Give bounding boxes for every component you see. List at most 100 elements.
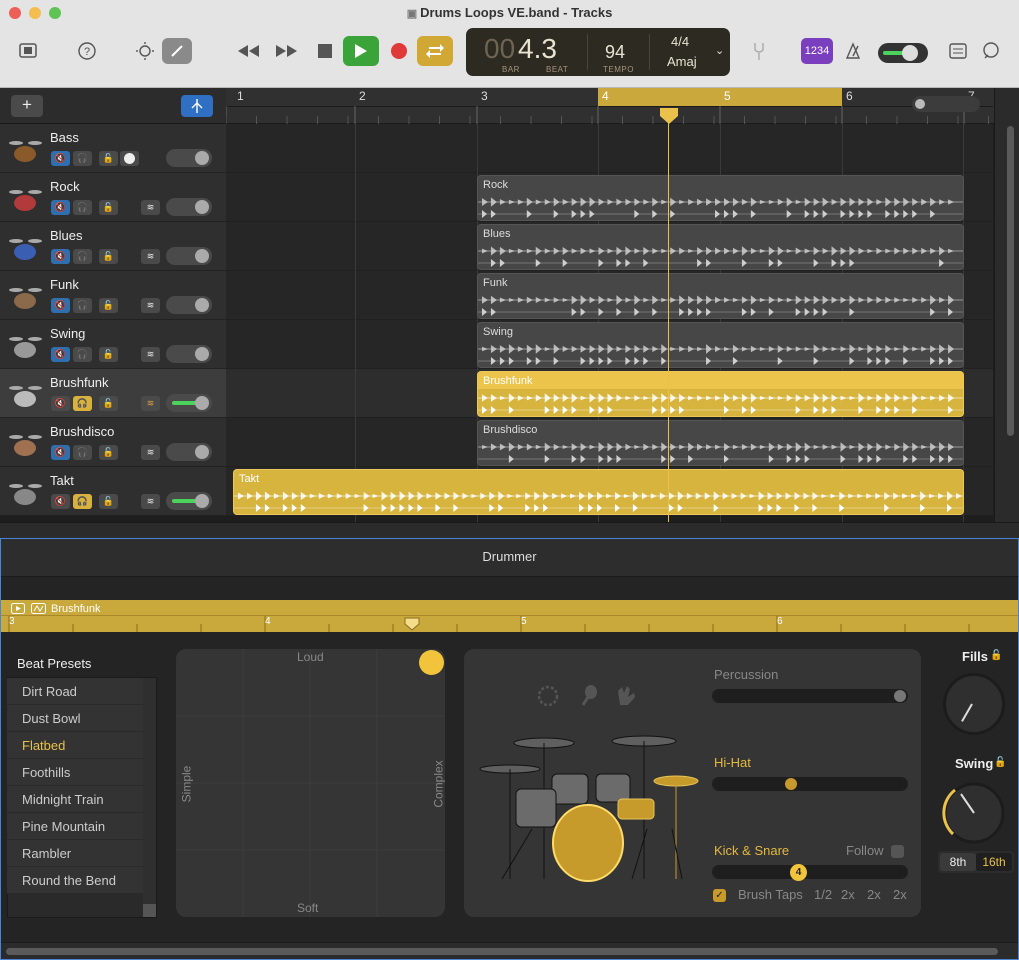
brush-option-2x-b[interactable]: 2x [867,887,881,902]
xy-pad[interactable]: Loud Soft Simple Complex [176,649,446,917]
track-volume-toggle[interactable] [166,345,212,363]
track-volume-toggle[interactable] [166,198,212,216]
play-region-icon[interactable] [11,603,25,614]
swing-knob[interactable] [941,780,1007,846]
headphones-icon[interactable]: 🎧 [73,151,92,166]
presets-scrollbar[interactable] [143,678,156,904]
hihat-slider[interactable] [712,777,908,791]
lock-icon[interactable]: 🔓 [99,494,118,509]
track-header-0[interactable]: Bass 🔇 🎧 🔓 [0,124,226,173]
region-1[interactable]: Blues [477,224,964,270]
track-header-2[interactable]: Blues 🔇 🎧 🔓 ≋ [0,222,226,271]
library-icon[interactable] [14,38,44,64]
fills-lock-icon[interactable]: 🔓 [990,650,1002,661]
preset-item[interactable]: Dust Bowl [7,705,143,732]
horizontal-scrollbar[interactable] [6,948,998,955]
mute-icon[interactable]: 🔇 [51,445,70,460]
headphones-icon[interactable]: 🎧 [73,200,92,215]
record-enable-icon[interactable]: ≋ [141,494,160,509]
stop-icon[interactable] [310,38,340,64]
timeline-ruler[interactable]: 1 2 3 4 5 6 7 [226,88,1019,124]
percussion-slider[interactable] [712,689,908,703]
record-enable-icon[interactable]: ≋ [141,200,160,215]
headphones-icon[interactable]: 🎧 [73,494,92,509]
mute-icon[interactable]: 🔇 [51,396,70,411]
headphones-icon[interactable]: 🎧 [73,249,92,264]
lock-icon[interactable]: 🔓 [99,200,118,215]
lock-icon[interactable]: 🔓 [99,298,118,313]
kick-snare-value[interactable]: 4 [790,864,807,881]
preset-item[interactable]: Rambler [7,840,143,867]
headphones-icon[interactable]: 🎧 [73,396,92,411]
lcd-display[interactable]: 00 4.3 BAR BEAT 94 TEMPO 4/4 Amaj ⌄ [466,28,730,76]
preset-item[interactable]: Midnight Train [7,786,143,813]
brush-option-half[interactable]: 1/2 [814,887,832,902]
record-enable-icon[interactable]: ≋ [141,298,160,313]
region-4[interactable]: Brushfunk [477,371,964,417]
track-header-7[interactable]: Takt 🔇 🎧 🔓 ≋ [0,467,226,516]
lock-icon[interactable]: 🔓 [99,347,118,362]
lock-icon[interactable]: 🔓 [99,151,118,166]
record-enable-icon[interactable]: ≋ [141,347,160,362]
headphones-icon[interactable]: 🎧 [73,445,92,460]
fast-forward-icon[interactable] [272,38,302,64]
fills-knob[interactable] [943,673,1005,735]
cycle-region[interactable] [598,88,842,106]
play-button[interactable] [343,36,379,66]
record-enable-icon[interactable]: ≋ [141,249,160,264]
preset-item[interactable]: Pine Mountain [7,813,143,840]
input-monitor-button[interactable] [120,151,139,166]
region-6[interactable]: Takt [233,469,964,515]
track-volume-toggle[interactable] [166,247,212,265]
headphones-icon[interactable]: 🎧 [73,347,92,362]
swing-lock-icon[interactable]: 🔓 [994,757,1006,768]
track-volume-toggle[interactable] [166,443,212,461]
track-volume-toggle[interactable] [166,394,212,412]
headphones-icon[interactable]: 🎧 [73,298,92,313]
editors-pencil-icon[interactable] [162,38,192,64]
preset-item[interactable]: Foothills [7,759,143,786]
mute-icon[interactable]: 🔇 [51,347,70,362]
preset-item[interactable]: Round the Bend [7,867,143,894]
mute-icon[interactable]: 🔇 [51,151,70,166]
preset-item[interactable]: Dirt Road [7,678,143,705]
region-3[interactable]: Swing [477,322,964,368]
swing-8th-button[interactable]: 8th [940,853,976,871]
mute-icon[interactable]: 🔇 [51,494,70,509]
track-header-4[interactable]: Swing 🔇 🎧 🔓 ≋ [0,320,226,369]
track-header-5[interactable]: Brushfunk 🔇 🎧 🔓 ≋ [0,369,226,418]
preset-item[interactable]: Flatbed [7,732,143,759]
region-5[interactable]: Brushdisco [477,420,964,466]
record-enable-icon[interactable]: ≋ [141,396,160,411]
smart-controls-filter-button[interactable] [181,95,213,117]
smart-controls-icon[interactable] [130,38,160,64]
mute-icon[interactable]: 🔇 [51,249,70,264]
track-volume-toggle[interactable] [166,296,212,314]
metronome-icon[interactable] [838,38,868,64]
notepad-icon[interactable] [943,38,973,64]
record-icon[interactable] [384,38,414,64]
track-header-1[interactable]: Rock 🔇 🎧 🔓 ≋ [0,173,226,222]
lock-icon[interactable]: 🔓 [99,396,118,411]
rewind-icon[interactable] [233,38,263,64]
zoom-slider[interactable] [912,96,980,112]
lock-icon[interactable]: 🔓 [99,249,118,264]
record-enable-icon[interactable]: ≋ [141,445,160,460]
scrollbar-thumb[interactable] [1007,126,1014,436]
help-icon[interactable]: ? [72,38,102,64]
loop-browser-icon[interactable] [976,38,1006,64]
count-in-button[interactable]: 1234 [801,38,833,64]
playhead-handle-icon[interactable] [659,107,679,125]
drummer-playhead-icon[interactable] [404,617,420,631]
add-track-button[interactable]: + [11,95,43,117]
xy-puck[interactable] [419,650,444,675]
track-volume-toggle[interactable] [166,492,212,510]
track-header-6[interactable]: Brushdisco 🔇 🎧 🔓 ≋ [0,418,226,467]
track-header-3[interactable]: Funk 🔇 🎧 🔓 ≋ [0,271,226,320]
region-2[interactable]: Funk [477,273,964,319]
region-0[interactable]: Rock [477,175,964,221]
lock-icon[interactable]: 🔓 [99,445,118,460]
master-volume-slider[interactable] [878,43,928,63]
mute-icon[interactable]: 🔇 [51,200,70,215]
lcd-menu-chevron-icon[interactable]: ⌄ [715,44,724,57]
